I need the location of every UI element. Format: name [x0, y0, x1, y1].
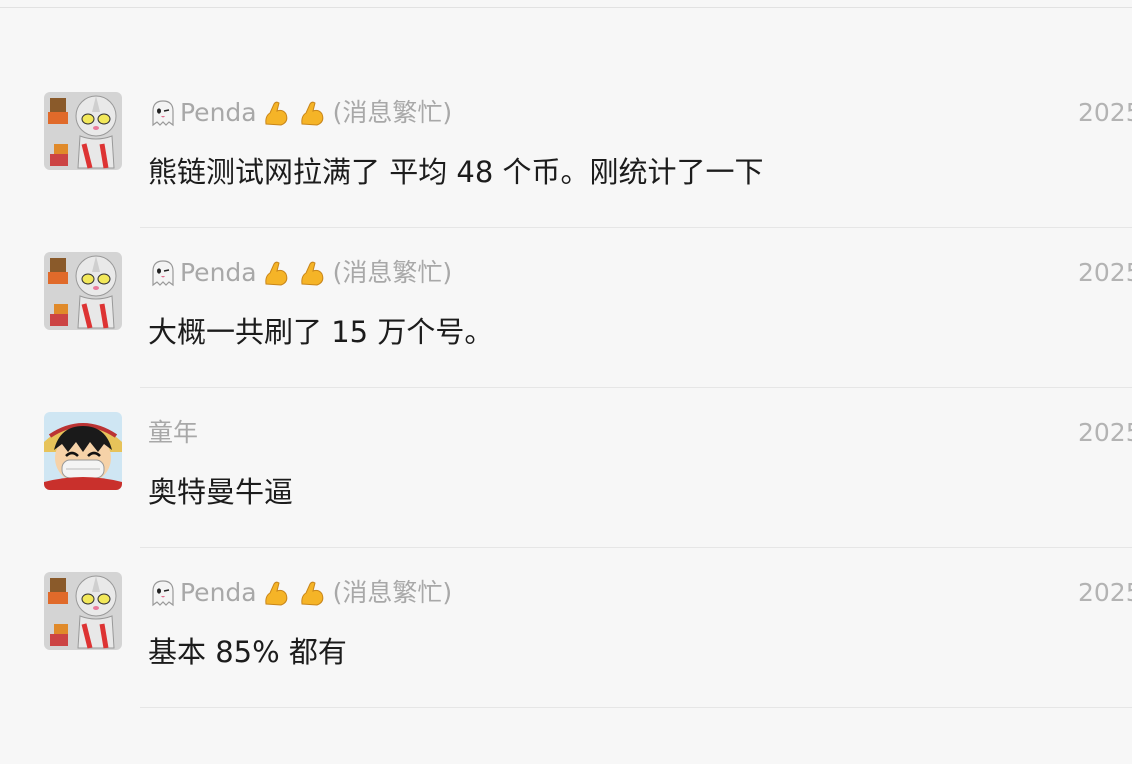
- chat-message[interactable]: Penda (消息繁忙) 2025 熊链测试网拉满了 平均 48 个币。刚统计了…: [0, 92, 1132, 252]
- sender-status: (消息繁忙): [332, 98, 453, 127]
- sender-line: Penda (消息繁忙): [148, 256, 452, 290]
- sender-status: (消息繁忙): [332, 578, 453, 607]
- message-divider: [140, 547, 1132, 548]
- ultraman-avatar[interactable]: [44, 252, 122, 330]
- sender-name: Penda: [180, 98, 257, 127]
- message-divider: [140, 707, 1132, 708]
- message-divider: [140, 227, 1132, 228]
- chat-window: Penda (消息繁忙) 2025 熊链测试网拉满了 平均 48 个币。刚统计了…: [0, 0, 1132, 764]
- message-time: 2025: [1078, 418, 1132, 447]
- sender-line: Penda (消息繁忙): [148, 96, 452, 130]
- ultraman-avatar[interactable]: [44, 92, 122, 170]
- flexed-biceps-icon: [297, 258, 327, 288]
- sender-line: 童年: [148, 416, 202, 450]
- luffy-avatar[interactable]: [44, 412, 122, 490]
- message-text[interactable]: 熊链测试网拉满了 平均 48 个币。刚统计了一下: [148, 152, 764, 192]
- message-divider: [140, 387, 1132, 388]
- chat-message[interactable]: Penda (消息繁忙) 2025 基本 85% 都有: [0, 572, 1132, 732]
- chat-message[interactable]: Penda (消息繁忙) 2025 大概一共刷了 15 万个号。: [0, 252, 1132, 412]
- top-divider: [0, 0, 1132, 8]
- message-time: 2025: [1078, 578, 1132, 607]
- sender-name: Penda: [180, 578, 257, 607]
- sender-name: Penda: [180, 258, 257, 287]
- ghost-icon: [148, 98, 178, 128]
- sender-name: 童年: [148, 418, 199, 447]
- flexed-biceps-icon: [297, 578, 327, 608]
- flexed-biceps-icon: [297, 98, 327, 128]
- ghost-icon: [148, 578, 178, 608]
- sender-line: Penda (消息繁忙): [148, 576, 452, 610]
- ghost-icon: [148, 258, 178, 288]
- message-text[interactable]: 大概一共刷了 15 万个号。: [148, 312, 493, 352]
- message-time: 2025: [1078, 258, 1132, 287]
- flexed-biceps-icon: [261, 258, 291, 288]
- flexed-biceps-icon: [261, 98, 291, 128]
- chat-message[interactable]: 童年 2025 奥特曼牛逼: [0, 412, 1132, 572]
- flexed-biceps-icon: [261, 578, 291, 608]
- sender-status: (消息繁忙): [332, 258, 453, 287]
- message-time: 2025: [1078, 98, 1132, 127]
- message-text[interactable]: 基本 85% 都有: [148, 632, 347, 672]
- ultraman-avatar[interactable]: [44, 572, 122, 650]
- message-text[interactable]: 奥特曼牛逼: [148, 472, 293, 512]
